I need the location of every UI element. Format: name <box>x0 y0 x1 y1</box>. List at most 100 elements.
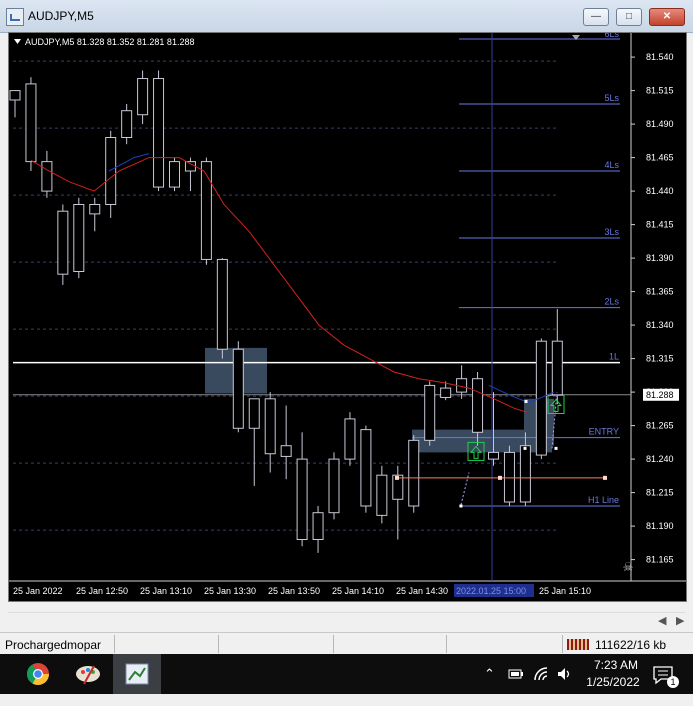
time-tick-label: 25 Jan 13:30 <box>204 586 256 596</box>
minimize-button[interactable]: — <box>583 8 609 26</box>
candle-body <box>440 387 452 398</box>
level-label-l4: 4Ls <box>604 160 619 170</box>
time-tick-label: 25 Jan 13:10 <box>140 586 192 596</box>
candle-body <box>424 384 436 441</box>
candle-body <box>25 83 37 163</box>
candle-body <box>232 348 244 429</box>
time-tick-label: 25 Jan 2022 <box>13 586 63 596</box>
notification-count-badge: 1 <box>667 676 679 688</box>
paint-palette-icon <box>76 665 100 685</box>
window-titlebar: AUDJPY,M5 — □ ✕ <box>0 0 693 33</box>
trade-marker <box>603 475 607 480</box>
time-tick-label: 25 Jan 14:10 <box>332 586 384 596</box>
price-tick-label: 81.490 <box>646 119 674 129</box>
candle-body <box>248 398 260 429</box>
level-label-l5: 5Ls <box>604 93 619 103</box>
price-tick-label: 81.340 <box>646 320 674 330</box>
candle-body <box>376 474 388 516</box>
candle-body <box>216 258 228 350</box>
candle-body <box>89 204 101 215</box>
candle-body <box>535 340 547 456</box>
price-tick-label: 81.390 <box>646 253 674 263</box>
price-tick-label: 81.165 <box>646 555 674 565</box>
level-label-1l: 1L <box>609 352 619 362</box>
windows-taskbar: ⌃ 7:23 AM 1/25/2022 1 <box>0 654 693 694</box>
close-button[interactable]: ✕ <box>649 8 685 26</box>
time-tick-label: 25 Jan 13:50 <box>268 586 320 596</box>
shift-end-icon: ☠ <box>623 560 634 574</box>
trade-marker <box>395 475 399 480</box>
status-divider <box>218 635 219 653</box>
trade-marker <box>498 475 502 480</box>
metatrader-taskbar-button[interactable] <box>113 654 161 694</box>
price-tick-label: 81.265 <box>646 421 674 431</box>
level-label-l3: 3Ls <box>604 227 619 237</box>
status-bar: Prochargedmopar 111622/16 kb <box>0 632 693 655</box>
taskbar-clock-time[interactable]: 7:23 AM <box>586 658 646 672</box>
price-tick-label: 81.240 <box>646 454 674 464</box>
chart-ohlc-header: AUDJPY,M5 81.328 81.352 81.281 81.288 <box>25 37 194 47</box>
candle-body <box>73 204 85 272</box>
price-tick-label: 81.465 <box>646 153 674 163</box>
status-divider <box>562 635 563 653</box>
level-label-h1: H1 Line <box>588 495 619 505</box>
current-price-label: 81.288 <box>646 390 674 400</box>
candle-body <box>280 445 292 457</box>
maximize-button[interactable]: □ <box>616 8 642 26</box>
paint-taskbar-button[interactable] <box>64 654 112 694</box>
price-tick-label: 81.515 <box>646 86 674 96</box>
candlestick-chart[interactable]: 5Ls 4Ls 3Ls 2Ls 6Ls 1L ENTRY H1 Line ☠ AUDJPY,M5 … <box>9 33 686 601</box>
candle-body <box>296 458 308 541</box>
chrome-taskbar-button[interactable] <box>14 654 62 694</box>
candle-body <box>472 378 484 433</box>
point-marker <box>524 399 528 403</box>
status-divider <box>333 635 334 653</box>
candle-body <box>519 445 531 503</box>
time-tick-label: 25 Jan 14:30 <box>396 586 448 596</box>
taskbar-clock-date[interactable]: 1/25/2022 <box>578 675 648 689</box>
candle-body <box>264 398 276 455</box>
crosshair-time-label: 2022.01.25 15:00 <box>456 586 526 596</box>
status-divider <box>114 635 115 653</box>
price-tick-label: 81.415 <box>646 220 674 230</box>
price-tick-label: 81.540 <box>646 52 674 62</box>
level-label-l2: 2Ls <box>604 297 619 307</box>
level-label-entry: ENTRY <box>589 427 619 437</box>
candle-body <box>488 451 499 460</box>
price-tick-label: 81.315 <box>646 354 674 364</box>
candle-body <box>153 78 165 188</box>
candle-body <box>9 90 21 101</box>
candle-body <box>57 210 69 275</box>
price-tick-label: 81.190 <box>646 521 674 531</box>
candle-body <box>551 340 563 396</box>
show-hidden-icons-icon[interactable]: ⌃ <box>484 666 498 706</box>
level-label-top: 6Ls <box>604 33 619 39</box>
metatrader-icon <box>125 663 149 685</box>
status-profile: Prochargedmopar <box>5 638 102 652</box>
scroll-right-icon[interactable]: ▶ <box>676 614 684 627</box>
candle-body <box>328 458 340 514</box>
time-tick-label: 25 Jan 15:10 <box>539 586 591 596</box>
status-divider <box>446 635 447 653</box>
point-marker <box>554 446 558 450</box>
candle-body <box>137 78 149 116</box>
chrome-icon <box>27 663 49 685</box>
scroll-left-icon[interactable]: ◀ <box>658 614 666 627</box>
point-marker <box>523 446 527 450</box>
volume-icon[interactable] <box>556 666 572 682</box>
battery-icon[interactable] <box>508 667 524 681</box>
chart-window-icon <box>6 8 24 26</box>
candle-body <box>360 429 372 507</box>
candle-body <box>169 161 180 188</box>
candle-body <box>312 512 324 541</box>
chart-horizontal-scrollbar[interactable]: ◀ ▶ <box>8 612 685 629</box>
candle-body <box>121 110 133 138</box>
candle-body <box>503 451 515 503</box>
status-traffic: 111622/16 kb <box>595 638 666 652</box>
chart-area[interactable]: 5Ls 4Ls 3Ls 2Ls 6Ls 1L ENTRY H1 Line ☠ AUDJPY,M5 … <box>8 32 687 602</box>
price-tick-label: 81.440 <box>646 186 674 196</box>
candle-body <box>408 439 420 507</box>
connection-bars-icon <box>567 639 589 650</box>
price-tick-label: 81.365 <box>646 287 674 297</box>
wifi-icon[interactable] <box>533 666 549 682</box>
